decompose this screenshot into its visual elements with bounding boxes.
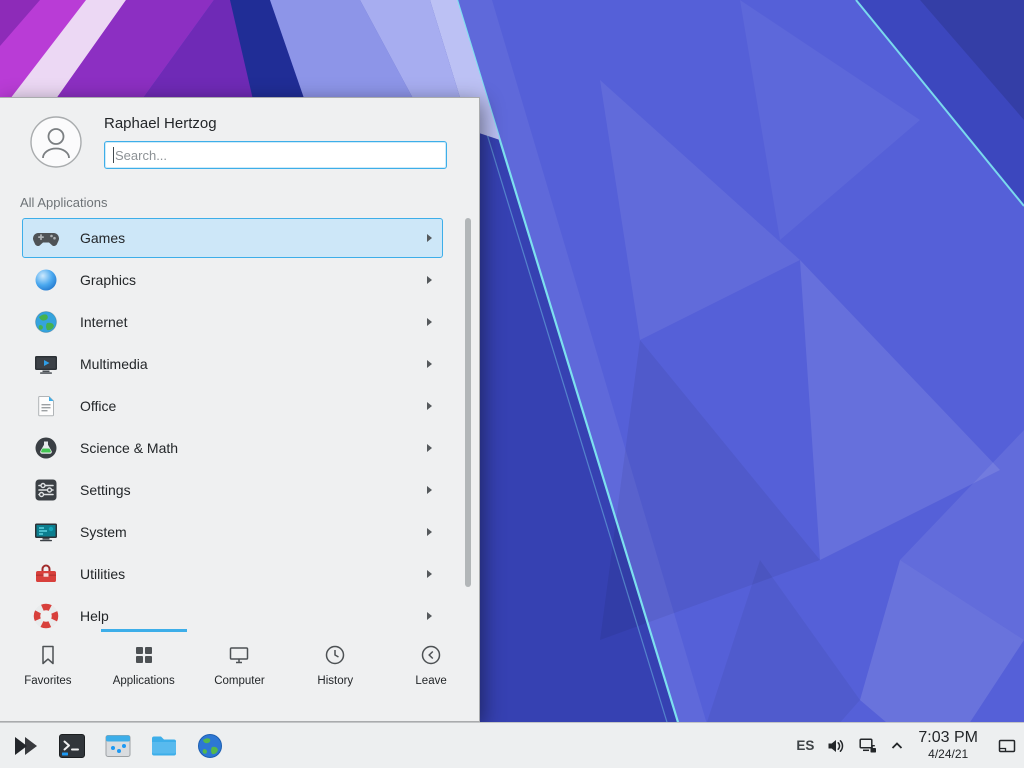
submenu-arrow-icon	[427, 360, 432, 368]
category-label: Games	[80, 230, 125, 246]
scrollbar-thumb[interactable]	[465, 218, 471, 587]
tab-label: Computer	[214, 675, 265, 687]
category-row-internet[interactable]: Internet	[22, 302, 443, 342]
kde-launcher-icon	[10, 730, 42, 762]
software-button[interactable]	[100, 726, 136, 766]
category-label: System	[80, 524, 127, 540]
volume-icon[interactable]	[826, 736, 846, 756]
text-cursor	[113, 147, 114, 163]
globe-icon	[32, 308, 60, 336]
user-icon	[30, 116, 82, 168]
category-label: Settings	[80, 482, 131, 498]
submenu-arrow-icon	[427, 402, 432, 410]
category-row-graphics[interactable]: Graphics	[22, 260, 443, 300]
web-browser-button[interactable]	[192, 726, 228, 766]
show-desktop-icon	[996, 735, 1018, 757]
tab-label: History	[317, 675, 353, 687]
submenu-arrow-icon	[427, 486, 432, 494]
category-label: Multimedia	[80, 356, 148, 372]
taskbar-launchers	[8, 726, 238, 766]
category-label: Office	[80, 398, 116, 414]
clock-date: 4/24/21	[918, 748, 978, 762]
scrollbar-track[interactable]	[465, 218, 471, 619]
tab-label: Leave	[415, 675, 446, 687]
category-label: Graphics	[80, 272, 136, 288]
submenu-arrow-icon	[427, 612, 432, 620]
clock-time: 7:03 PM	[918, 729, 978, 747]
tab-leave[interactable]: Leave	[383, 629, 479, 721]
settings-icon	[32, 476, 60, 504]
help-icon	[32, 602, 60, 629]
launcher-tabbar: Favorites Applications Computer History …	[0, 629, 479, 721]
section-label: All Applications	[0, 186, 479, 216]
category-row-science-math[interactable]: Science & Math	[22, 428, 443, 468]
multimedia-icon	[32, 350, 60, 378]
tab-history[interactable]: History	[287, 629, 383, 721]
gamepad-icon	[32, 224, 60, 252]
system-icon	[32, 518, 60, 546]
office-icon	[32, 392, 60, 420]
category-label: Utilities	[80, 566, 125, 582]
keyboard-layout-indicator[interactable]: ES	[796, 738, 814, 753]
network-icon[interactable]	[858, 736, 878, 756]
category-row-settings[interactable]: Settings	[22, 470, 443, 510]
bookmark-icon	[36, 643, 60, 667]
category-list: Games Graphics Internet Mult	[0, 216, 479, 629]
submenu-arrow-icon	[427, 276, 432, 284]
category-row-utilities[interactable]: Utilities	[22, 554, 443, 594]
utilities-icon	[32, 560, 60, 588]
system-tray: ES 7:03 PM 4/24/21	[796, 729, 1018, 761]
user-name: Raphael Hertzog	[104, 115, 447, 132]
category-row-help[interactable]: Help	[22, 596, 443, 629]
category-label: Internet	[80, 314, 127, 330]
monitor-icon	[227, 643, 251, 667]
category-row-office[interactable]: Office	[22, 386, 443, 426]
category-row-games[interactable]: Games	[22, 218, 443, 258]
file-manager-button[interactable]	[146, 726, 182, 766]
user-avatar[interactable]	[30, 116, 82, 168]
graphics-icon	[32, 266, 60, 294]
science-icon	[32, 434, 60, 462]
tab-label: Applications	[113, 675, 175, 687]
digital-clock[interactable]: 7:03 PM 4/24/21	[916, 729, 980, 761]
submenu-arrow-icon	[427, 444, 432, 452]
category-row-multimedia[interactable]: Multimedia	[22, 344, 443, 384]
folder-icon	[149, 731, 179, 761]
globe-browser-icon	[195, 731, 225, 761]
submenu-arrow-icon	[427, 234, 432, 242]
taskbar: ES 7:03 PM 4/24/21	[0, 722, 1024, 768]
tray-expander-caret-up-icon[interactable]	[890, 739, 904, 753]
category-row-system[interactable]: System	[22, 512, 443, 552]
category-label: Science & Math	[80, 440, 178, 456]
clock-icon	[323, 643, 347, 667]
tab-favorites[interactable]: Favorites	[0, 629, 96, 721]
leave-icon	[419, 643, 443, 667]
tab-computer[interactable]: Computer	[192, 629, 288, 721]
app-window-icon	[103, 731, 133, 761]
submenu-arrow-icon	[427, 318, 432, 326]
tab-applications[interactable]: Applications	[96, 629, 192, 721]
show-desktop-button[interactable]	[996, 735, 1018, 757]
tab-label: Favorites	[24, 675, 71, 687]
category-label: Help	[80, 608, 109, 624]
submenu-arrow-icon	[427, 570, 432, 578]
grid-icon	[132, 643, 156, 667]
submenu-arrow-icon	[427, 528, 432, 536]
application-launcher-menu: Raphael Hertzog All Applications Games	[0, 97, 480, 722]
app-launcher-button[interactable]	[8, 726, 44, 766]
launcher-header: Raphael Hertzog	[0, 98, 479, 186]
terminal-button[interactable]	[54, 726, 90, 766]
terminal-icon	[57, 731, 87, 761]
search-input[interactable]	[104, 141, 447, 169]
